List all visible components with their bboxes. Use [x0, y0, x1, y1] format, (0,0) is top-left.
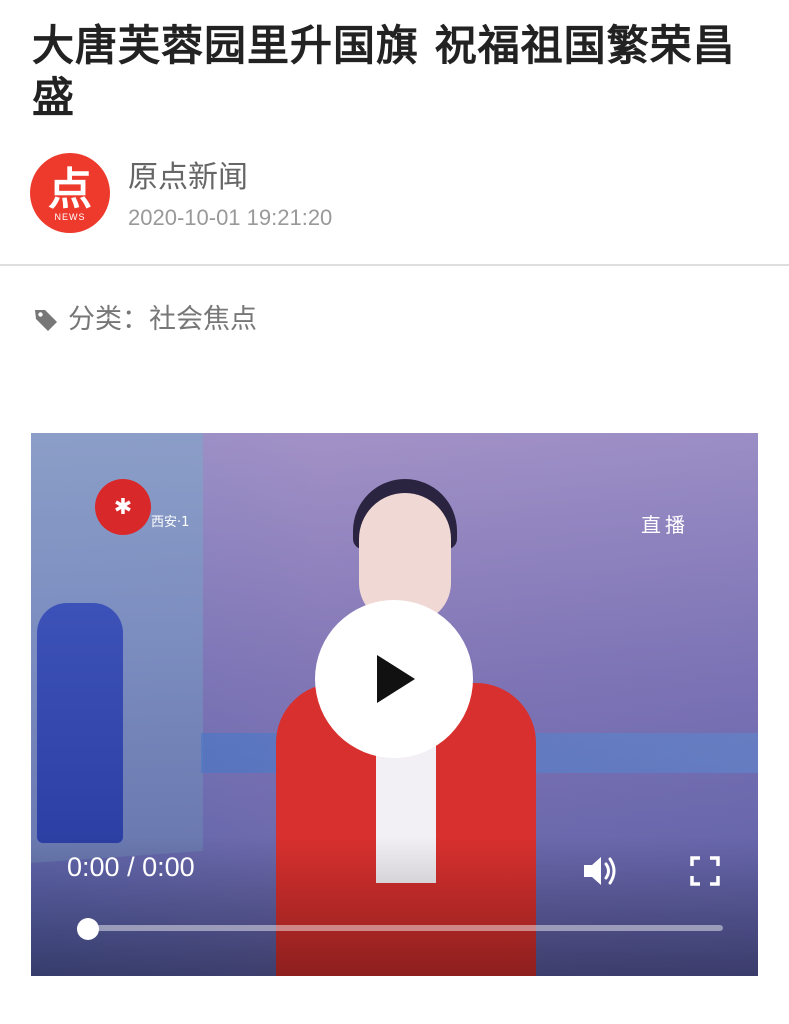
current-time: 0:00	[67, 852, 120, 882]
fullscreen-icon[interactable]	[690, 856, 720, 886]
category-row: 分类：社会焦点	[32, 302, 257, 338]
duration: 0:00	[142, 852, 195, 882]
article-title: 大唐芙蓉园里升国旗 祝福祖国繁荣昌盛	[32, 21, 736, 122]
source-name[interactable]: 原点新闻	[128, 160, 248, 196]
video-figure-worker	[37, 603, 123, 843]
category-label: 分类：社会焦点	[68, 304, 257, 335]
source-logo-glyph: 点	[48, 164, 92, 215]
source-logo-text: NEWS	[54, 212, 86, 222]
live-tag: 直播	[641, 513, 689, 537]
volume-icon[interactable]	[581, 853, 621, 889]
divider	[0, 264, 789, 266]
source-logo[interactable]: 点 NEWS	[30, 153, 110, 233]
video-player[interactable]: ✱ 西安·1 直播 0:00 / 0:00	[31, 433, 758, 976]
time-separator: /	[119, 852, 143, 882]
progress-bar[interactable]	[77, 918, 723, 940]
progress-thumb[interactable]	[77, 918, 99, 940]
play-icon	[377, 655, 415, 703]
play-button[interactable]	[315, 600, 473, 758]
channel-logo-icon: ✱	[95, 479, 151, 535]
channel-name: 西安·1	[151, 515, 190, 530]
video-time: 0:00 / 0:00	[67, 852, 195, 883]
publish-time: 2020-10-01 19:21:20	[128, 205, 333, 230]
tag-icon	[35, 310, 57, 331]
